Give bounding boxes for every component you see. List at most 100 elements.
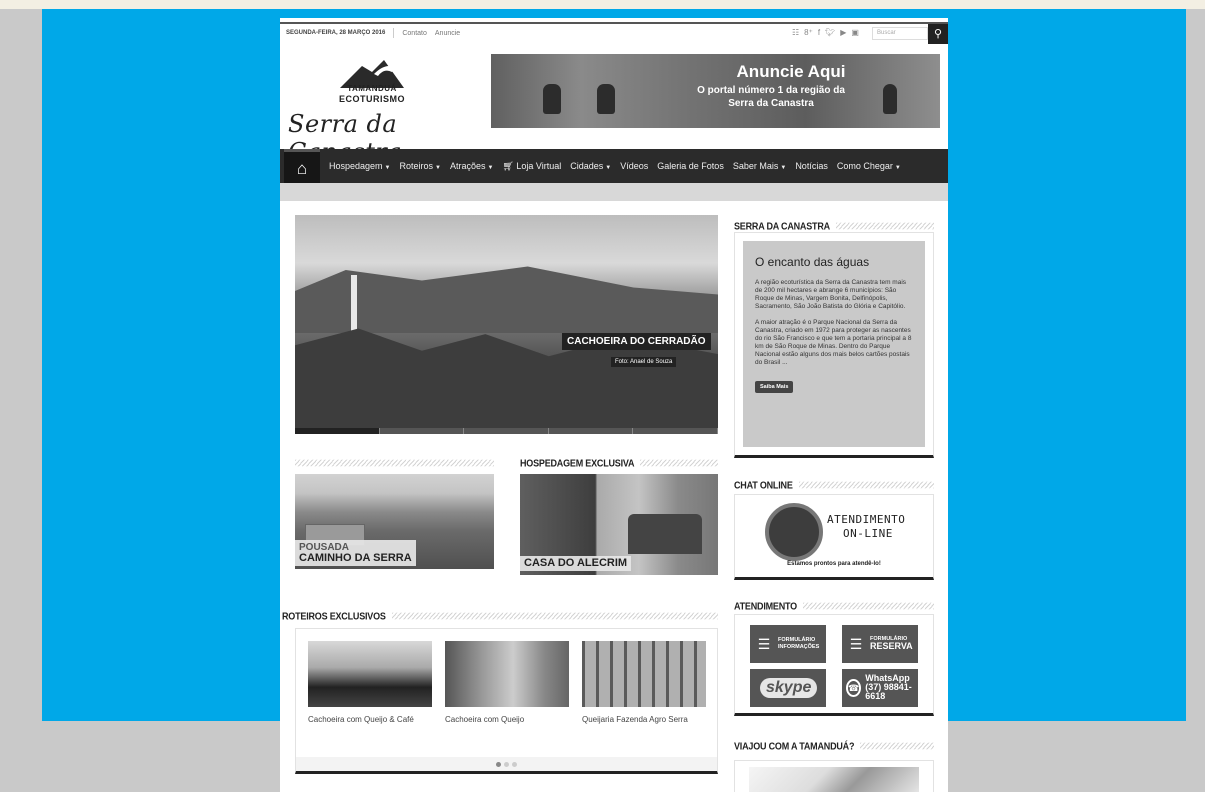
title-text: SERRA DA CANASTRA [734, 220, 830, 232]
ad-banner[interactable]: Anuncie Aqui O portal número 1 da região… [491, 54, 940, 128]
search-button[interactable]: ⚲ [928, 24, 948, 44]
label-big: CAMINHO DA SERRA [299, 552, 412, 564]
nav-label: Notícias [795, 161, 828, 171]
nav-noticias[interactable]: Notícias [795, 161, 828, 171]
caret-down-icon: ▼ [605, 165, 612, 171]
title-hatch [860, 742, 934, 750]
button-label: FORMULÁRIO INFORMAÇÕES [778, 637, 819, 651]
title-text: HOSPEDAGEM EXCLUSIVA [520, 457, 635, 469]
google-plus-icon[interactable]: 8⁺ [804, 28, 813, 37]
banner-title: Anuncie Aqui [736, 62, 846, 81]
featured-pousada[interactable]: POUSADA CAMINHO DA SERRA [295, 474, 494, 569]
nav-saber-mais[interactable]: Saber Mais ▼ [733, 161, 786, 171]
site-page: SEGUNDA-FEIRA, 28 MARÇO 2016 Contato Anu… [280, 18, 948, 792]
anuncie-link[interactable]: Anuncie [435, 30, 460, 37]
nav-label: Atrações [449, 161, 486, 171]
rider-silhouette [597, 84, 615, 114]
roteiro-caption[interactable]: Cachoeira com Queijo & Café [308, 715, 414, 724]
nav-cidades[interactable]: Cidades ▼ [570, 161, 611, 171]
nav-loja-virtual[interactable]: 🛒︎ Loja Virtual [502, 161, 561, 172]
nav-label: Saber Mais [732, 161, 779, 171]
chat-line-1: ATENDIMENTO [827, 513, 906, 526]
sidebar-title-chat: CHAT ONLINE [734, 480, 934, 491]
button-label-small: FORMULÁRIO [778, 637, 816, 643]
slider-page-5[interactable] [633, 428, 718, 434]
list-icon: ☰ [757, 635, 771, 652]
hero-slider[interactable]: CACHOEIRA DO CERRADÃO Foto: Anael de Sou… [295, 215, 718, 434]
roteiro-caption[interactable]: Cachoeira com Queijo [445, 715, 524, 724]
checklist-image [749, 767, 919, 792]
rss-icon[interactable]: ☷ [792, 28, 799, 37]
slide-credit: Foto: Anael de Souza [611, 357, 677, 367]
nav-label: Vídeos [620, 161, 649, 171]
title-text: ROTEIROS EXCLUSIVOS [282, 610, 386, 622]
slide-caption[interactable]: CACHOEIRA DO CERRADÃO [562, 333, 711, 350]
title-hatch [295, 459, 494, 467]
featured-casa-alecrim[interactable]: CASA DO ALECRIM [520, 474, 718, 575]
carousel-dot[interactable] [512, 761, 517, 767]
nav-roteiros[interactable]: Roteiros ▼ [400, 161, 441, 171]
nav-atracoes[interactable]: Atrações ▼ [450, 161, 493, 171]
title-hatch [391, 612, 718, 620]
form-reserva-button[interactable]: ☰ FORMULÁRIO RESERVA [842, 625, 918, 663]
roteiro-caption[interactable]: Queijaria Fazenda Agro Serra [582, 715, 688, 724]
whatsapp-button[interactable]: ☎ WhatsApp (37) 98841-6618 [842, 669, 918, 707]
roteiro-thumb[interactable] [308, 641, 432, 707]
home-icon[interactable]: ⌂ [284, 149, 320, 183]
nav-label: Hospedagem [329, 161, 383, 171]
caret-down-icon: ▼ [487, 165, 494, 171]
instagram-icon[interactable]: ▣ [851, 28, 859, 37]
contato-link[interactable]: Contato [402, 30, 427, 37]
saiba-mais-button[interactable]: Saiba Mais [755, 381, 794, 393]
nav-hospedagem[interactable]: Hospedagem ▼ [329, 161, 391, 171]
caret-down-icon: ▼ [780, 165, 787, 171]
youtube-icon[interactable]: ▶ [840, 28, 846, 37]
carousel-dot[interactable] [496, 761, 501, 767]
banner-line-2: Serra da Canastra [728, 98, 814, 109]
skype-button[interactable]: skype [750, 669, 826, 707]
slider-page-4[interactable] [548, 428, 634, 434]
nav-galeria[interactable]: Galeria de Fotos [657, 161, 724, 171]
slider-page-1[interactable] [295, 428, 380, 434]
whatsapp-number: (37) 98841-6618 [865, 681, 912, 701]
sidebar-title-atendimento: ATENDIMENTO [734, 601, 934, 612]
facebook-icon[interactable]: f [818, 28, 820, 37]
sidebar-title-canastra: SERRA DA CANASTRA [734, 221, 934, 232]
chat-widget[interactable]: ATENDIMENTO ON-LINE Estamos prontos para… [734, 494, 934, 580]
caret-down-icon: ▼ [384, 165, 391, 171]
nav-label: Loja Virtual [516, 160, 562, 171]
button-label-big: INFORMAÇÕES [778, 644, 820, 650]
twitter-icon[interactable]: 🐦︎ [825, 28, 835, 37]
nav-label: Cidades [570, 161, 604, 171]
roteiro-thumb[interactable] [445, 641, 569, 707]
section-title-hospedagem: HOSPEDAGEM EXCLUSIVA [520, 458, 718, 469]
nav-label: Roteiros [399, 161, 434, 171]
rider-silhouette [883, 84, 897, 114]
slider-page-2[interactable] [379, 428, 465, 434]
title-hatch [798, 481, 934, 489]
slider-pager [295, 428, 718, 434]
nav-videos[interactable]: Vídeos [620, 161, 648, 171]
title-text: CHAT ONLINE [734, 479, 793, 491]
button-label-big: RESERVA [870, 641, 913, 651]
viajou-widget[interactable] [734, 760, 934, 792]
skype-logo: skype [760, 678, 818, 698]
button-label: FORMULÁRIO RESERVA [870, 636, 913, 652]
canastra-heading: O encanto das águas [755, 255, 870, 269]
site-logo[interactable]: TAMANDUÁ ECOTURISMO Serra da Canastra [288, 54, 474, 166]
carousel-dot[interactable] [504, 761, 509, 767]
social-links: ☷ 8⁺ f 🐦︎ ▶ ▣ [792, 28, 859, 37]
chat-line-2: ON-LINE [843, 527, 893, 540]
canastra-text-2: A maior atração é o Parque Nacional da S… [755, 319, 912, 366]
slider-page-3[interactable] [464, 428, 549, 434]
featured-label: CASA DO ALECRIM [520, 556, 632, 571]
canastra-panel: O encanto das águas A região ecoturístic… [743, 241, 925, 447]
search-input[interactable]: Buscar [872, 27, 928, 40]
nav-como-chegar[interactable]: Como Chegar ▼ [837, 161, 901, 171]
section-title-roteiros: ROTEIROS EXCLUSIVOS [282, 611, 718, 622]
nav-label: Como Chegar [836, 161, 893, 171]
roteiro-thumb[interactable] [582, 641, 706, 707]
caret-down-icon: ▼ [435, 165, 441, 171]
form-informacoes-button[interactable]: ☰ FORMULÁRIO INFORMAÇÕES [750, 625, 826, 663]
sidebar-title-viajou: VIAJOU COM A TAMANDUÁ? [734, 741, 934, 752]
